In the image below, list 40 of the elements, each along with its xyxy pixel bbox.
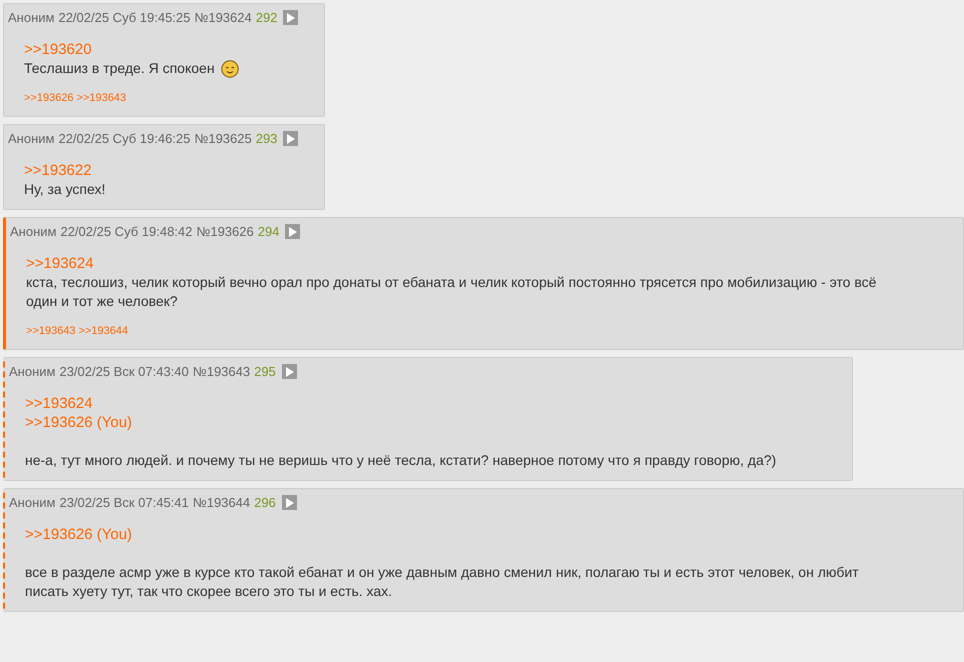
reply-link[interactable]: >>193624 (26, 254, 94, 273)
post-index: 294 (258, 224, 280, 239)
post-number[interactable]: №193625 (194, 131, 252, 146)
play-icon[interactable] (282, 364, 297, 379)
backlink[interactable]: >>193626 (24, 92, 74, 104)
post-index: 293 (256, 131, 278, 146)
reply-link[interactable]: >>193622 (24, 161, 92, 180)
post-date: 22/02/25 Суб 19:48:42 (60, 224, 192, 239)
post-number[interactable]: №193643 (192, 364, 250, 379)
post-index: 295 (254, 364, 276, 379)
poster-name: Аноним (9, 364, 56, 379)
play-icon[interactable] (283, 10, 298, 25)
backlink[interactable]: >>193643 (26, 325, 76, 337)
play-icon[interactable] (282, 495, 297, 510)
play-icon[interactable] (283, 131, 298, 146)
backlink[interactable]: >>193643 (76, 92, 126, 104)
post-number[interactable]: №193626 (196, 224, 254, 239)
poster-name: Аноним (9, 495, 56, 510)
post-text: не-а, тут много людей. и почему ты не веришь что у неё тесла, кстати? наверное потому что я правду говорю, да?) (25, 451, 776, 470)
reply-link[interactable]: >>193626 (You) (25, 413, 132, 432)
post-date: 23/02/25 Вск 07:45:41 (59, 495, 189, 510)
post-number[interactable]: №193644 (192, 495, 250, 510)
post-text: кста, теслошиз, челик который вечно орал про донаты от ебаната и челик который постоянно трясется про мобилизацию - это всё один и тот же человек? (26, 273, 878, 311)
post-text: все в разделе асмр уже в курсе кто такой ебанат и он уже давным давно сменил ник, полагаю ты и есть этот человек, он любит писать хуету тут, так что скорее всего это ты и есть. хах. (25, 563, 860, 601)
poster-name: Аноним (8, 10, 54, 25)
post-number[interactable]: №193624 (194, 10, 252, 25)
poster-name: Аноним (10, 224, 56, 239)
poster-name: Аноним (8, 131, 54, 146)
play-icon[interactable] (285, 224, 300, 239)
post-text: Теслашиз в треде. Я спокоен (24, 59, 215, 78)
reply-link[interactable]: >>193624 (25, 394, 93, 413)
post-date: 22/02/25 Суб 19:45:25 (58, 10, 190, 25)
post-date: 23/02/25 Вск 07:43:40 (59, 364, 189, 379)
post-text: Ну, за успех! (24, 180, 106, 199)
post-index: 292 (256, 10, 278, 25)
post-date: 22/02/25 Суб 19:46:25 (58, 131, 190, 146)
reply-link[interactable]: >>193620 (24, 40, 92, 59)
backlink[interactable]: >>193644 (78, 325, 128, 337)
reply-link[interactable]: >>193626 (You) (25, 525, 132, 544)
post-index: 296 (254, 495, 276, 510)
